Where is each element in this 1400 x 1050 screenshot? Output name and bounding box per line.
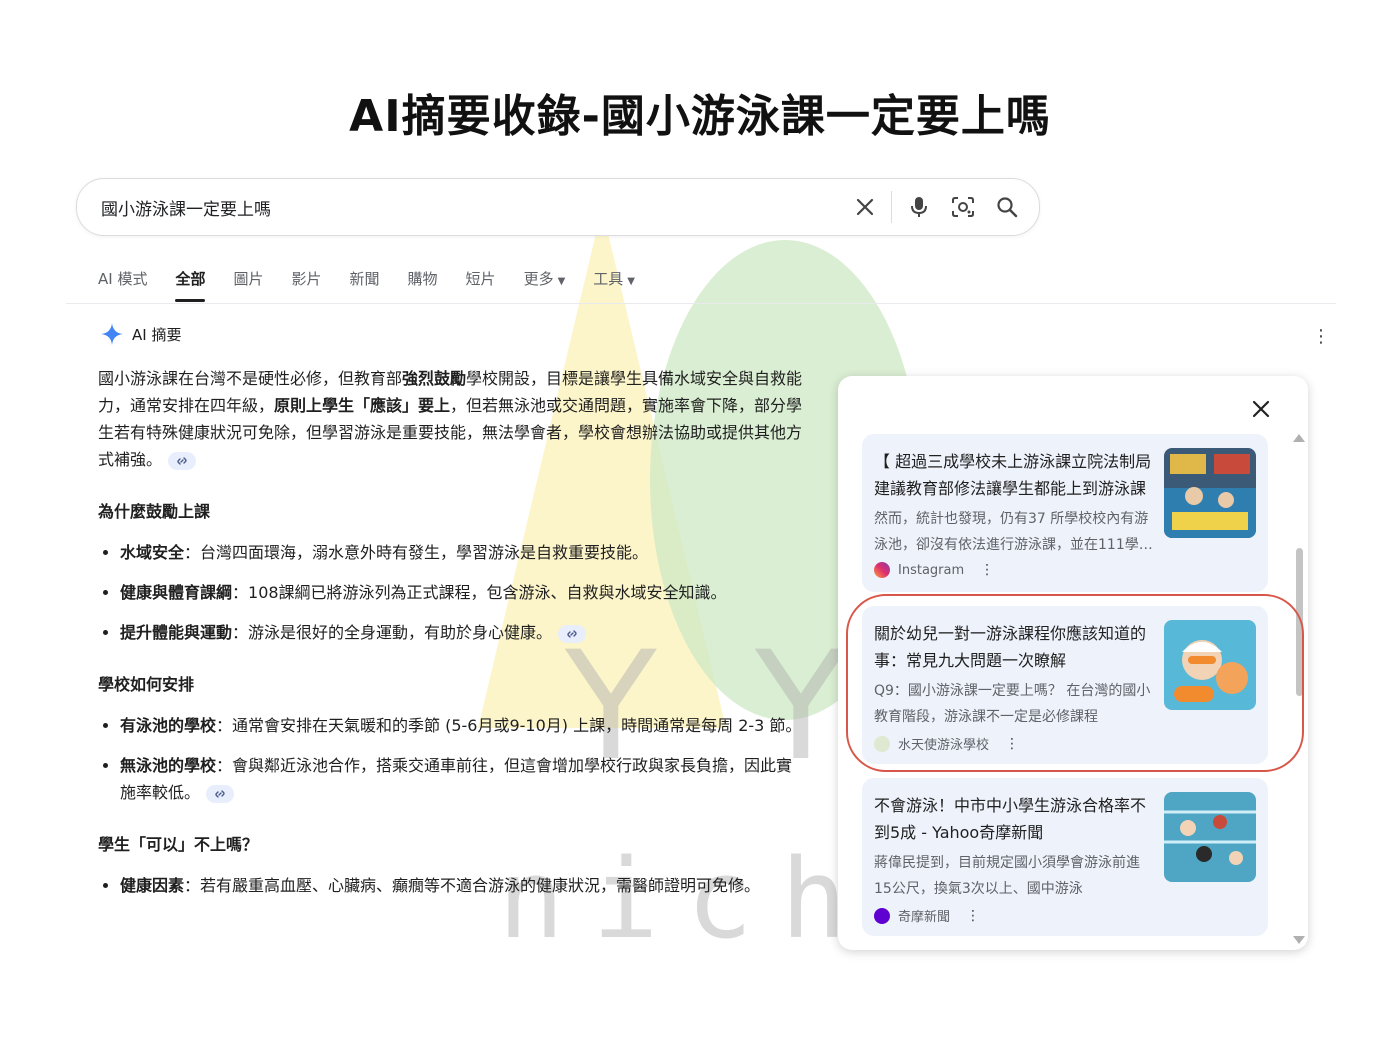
source-card-snippet: 然而，統計也發現，仍有37 所學校校內有游泳池，卻沒有依法進行游泳課，並在111… [874,511,1153,553]
section-heading: 學校如何安排 [98,675,195,694]
bullet-list: 水域安全：台灣四面環海，溺水意外時有發生，學習游泳是自救重要技能。 健康與體育課… [98,539,808,646]
lens-camera-icon[interactable] [949,193,977,221]
bullet-list: 有泳池的學校：通常會安排在天氣暖和的季節 (5-6月或9-10月) 上課，時間通… [98,712,808,806]
list-item: 提升體能與運動：游泳是很好的全身運動，有助於身心健康。 [120,619,808,646]
gemini-sparkle-icon [101,323,123,345]
tab-ai-mode[interactable]: AI 模式 [98,268,147,302]
source-card-thumbnail[interactable] [1164,792,1256,882]
source-card-title[interactable]: 不會游泳！中市中小學生游泳合格率不到5成 - Yahoo奇摩新聞 [874,792,1154,846]
source-card-source: 奇摩新聞 ⋮ [874,906,980,925]
microphone-icon[interactable] [905,193,933,221]
tab-news[interactable]: 新聞 [350,268,380,302]
source-card-title[interactable]: 【 超過三成學校未上游泳課立院法制局建議教育部修法讓學生都能上到游泳課 [874,448,1154,502]
citation-link-icon[interactable] [558,624,587,643]
search-input[interactable]: 國小游泳課一定要上嗎 [101,195,271,220]
more-options-icon[interactable]: ⋮ [980,562,994,578]
citation-link-icon[interactable] [168,451,197,470]
ai-overview-title: AI 摘要 [132,325,182,344]
instagram-icon [874,562,890,578]
ai-overview-header: AI 摘要 [100,322,181,346]
tabs-divider [66,303,1336,304]
list-item: 有泳池的學校：通常會安排在天氣暖和的季節 (5-6月或9-10月) 上課，時間通… [120,712,808,739]
caret-down-icon: ▼ [557,276,566,287]
list-item: 健康因素：若有嚴重高血壓、心臟病、癲癇等不適合游泳的健康狀況，需醫師證明可免修。 [120,872,808,899]
section-heading: 學生「可以」不上嗎？ [98,835,259,854]
search-icon[interactable] [993,193,1021,221]
intro-paragraph: 國小游泳課在台灣不是硬性必修，但教育部強烈鼓勵學校開設，目標是讓學生具備水域安全… [98,369,803,470]
source-card-thumbnail[interactable] [1164,448,1256,538]
page-title: AI摘要收錄-國小游泳課一定要上嗎 [349,91,1051,142]
source-card[interactable]: 【 超過三成學校未上游泳課立院法制局建議教育部修法讓學生都能上到游泳課 然而，統… [862,434,1268,592]
search-divider [891,191,892,223]
yahoo-icon [874,907,890,924]
more-options-icon[interactable]: ⋮ [966,908,980,924]
tab-videos[interactable]: 影片 [292,268,322,302]
highlight-circle [846,594,1304,772]
bullet-list: 健康因素：若有嚴重高血壓、心臟病、癲癇等不適合游泳的健康狀況，需醫師證明可免修。 [98,872,808,899]
source-card[interactable]: 不會游泳！中市中小學生游泳合格率不到5成 - Yahoo奇摩新聞 蔣偉民提到，目… [862,778,1268,936]
section-heading: 為什麼鼓勵上課 [98,502,211,521]
close-icon[interactable] [1246,394,1276,424]
citation-link-icon[interactable] [206,784,235,803]
source-card-snippet: 蔣偉民提到，目前規定國小須學會游泳前進15公尺，換氣3次以上、國中游泳 [874,855,1140,897]
tab-all[interactable]: 全部 [175,268,206,302]
scroll-down-icon[interactable] [1293,936,1305,944]
list-item: 健康與體育課綱：108課綱已將游泳列為正式課程，包含游泳、自救與水域安全知識。 [120,579,808,606]
clear-icon[interactable] [851,193,879,221]
ai-overview-body: 國小游泳課在台灣不是硬性必修，但教育部強烈鼓勵學校開設，目標是讓學生具備水域安全… [98,365,808,912]
tab-tools[interactable]: 工具 ▼ [593,268,635,302]
more-options-icon[interactable]: ⋮ [1312,326,1330,347]
list-item: 無泳池的學校：會與鄰近泳池合作，搭乘交通車前往，但這會增加學校行政與家長負擔，因… [120,752,808,806]
caret-down-icon: ▼ [627,276,635,287]
tab-shorts[interactable]: 短片 [466,268,496,302]
tab-shopping[interactable]: 購物 [408,268,438,302]
search-bar[interactable]: 國小游泳課一定要上嗎 [76,178,1040,236]
tab-more[interactable]: 更多 ▼ [524,268,566,302]
source-card-source: Instagram ⋮ [874,562,994,578]
tab-images[interactable]: 圖片 [233,268,263,302]
search-tabs: AI 模式 全部 圖片 影片 新聞 購物 短片 更多 ▼ 工具 ▼ [98,268,663,302]
scroll-up-icon[interactable] [1293,434,1305,442]
list-item: 水域安全：台灣四面環海，溺水意外時有發生，學習游泳是自救重要技能。 [120,539,808,566]
